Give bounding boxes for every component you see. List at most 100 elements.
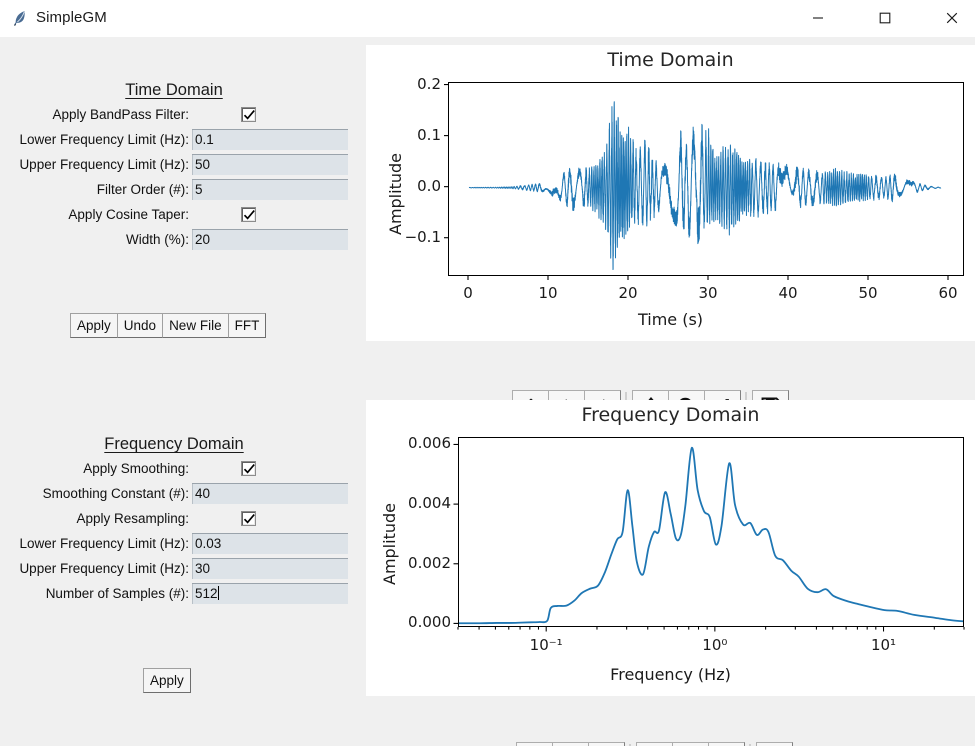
- freq-ytick-2: 0.004: [408, 494, 451, 513]
- checkmark-icon: [243, 464, 255, 474]
- time-domain-entry-2[interactable]: 50: [192, 154, 348, 175]
- frequency-domain-subplot-sliders-button[interactable]: [708, 741, 745, 746]
- form-row: Width (%): 20: [0, 229, 348, 250]
- text-caret: [217, 586, 219, 600]
- frequency-domain-forward-arrow-button[interactable]: [588, 741, 625, 746]
- entry-value: 30: [195, 561, 211, 576]
- time-domain-label-4: Apply Cosine Taper:: [68, 207, 189, 222]
- frequency-domain-label-4: Upper Frequency Limit (Hz):: [19, 561, 189, 576]
- frequency-domain-apply-button[interactable]: Apply: [143, 668, 191, 693]
- window-title: SimpleGM: [36, 9, 107, 26]
- checkbox-box: [240, 461, 256, 476]
- frequency-domain-xlabel: Frequency (Hz): [610, 665, 731, 684]
- frequency-domain-save-floppy-button[interactable]: [756, 741, 793, 746]
- checkmark-icon: [243, 110, 255, 120]
- simplegm-window: SimpleGM Time Domain Apply BandPass Filt…: [0, 0, 975, 746]
- frequency-domain-label-2: Apply Resampling:: [76, 511, 189, 526]
- form-row: Smoothing Constant (#): 40: [0, 483, 348, 504]
- time-domain-entry-1[interactable]: 0.1: [192, 129, 348, 150]
- time-ytick-3: 0.2: [417, 74, 441, 93]
- time-domain-label-1: Lower Frequency Limit (Hz):: [19, 132, 189, 147]
- entry-value: 512: [195, 586, 218, 601]
- time-domain-label-5: Width (%):: [125, 232, 189, 247]
- time-domain-label-2: Upper Frequency Limit (Hz):: [19, 157, 189, 172]
- frequency-domain-label-5: Number of Samples (#):: [45, 586, 189, 601]
- checkbox-box: [240, 107, 256, 122]
- frequency-domain-ylabel: Amplitude: [380, 503, 399, 585]
- time-domain-xlabel: Time (s): [637, 310, 704, 329]
- frequency-domain-label-1: Smoothing Constant (#):: [42, 486, 189, 501]
- time-domain-fft-button[interactable]: FFT: [227, 313, 267, 338]
- time-xtick-50: 50: [858, 284, 878, 302]
- time-domain-new-file-button[interactable]: New File: [162, 313, 229, 338]
- frequency-domain-entry-1[interactable]: 40: [192, 483, 348, 504]
- checkmark-icon: [243, 514, 255, 524]
- form-row: Apply Smoothing:: [0, 458, 348, 479]
- checkbox-box: [240, 207, 256, 222]
- form-row: Upper Frequency Limit (Hz): 30: [0, 558, 348, 579]
- frequency-domain-label-0: Apply Smoothing:: [83, 461, 189, 476]
- frequency-domain-nav-toolbar: [516, 739, 793, 746]
- form-row: Upper Frequency Limit (Hz): 50: [0, 154, 348, 175]
- time-xtick-0: 0: [463, 284, 473, 302]
- frequency-domain-heading: Frequency Domain: [104, 435, 244, 453]
- minimize-button[interactable]: [795, 0, 841, 36]
- frequency-domain-panel: Frequency Domain Apply Smoothing: Smoothi…: [0, 435, 348, 604]
- close-button[interactable]: [929, 0, 975, 36]
- time-domain-apply-button[interactable]: Apply: [70, 313, 118, 338]
- frequency-domain-pan-move-button[interactable]: [636, 741, 673, 746]
- time-xtick-30: 30: [698, 284, 718, 302]
- time-domain-checkbox-0[interactable]: [230, 107, 266, 122]
- entry-value: 40: [195, 486, 211, 501]
- freq-xtick-0: 10⁻¹: [529, 636, 563, 654]
- time-xtick-60: 60: [938, 284, 958, 302]
- freq-ytick-3: 0.006: [408, 434, 451, 453]
- frequency-domain-checkbox-2[interactable]: [230, 511, 266, 526]
- entry-value: 5: [195, 182, 203, 197]
- checkmark-icon: [243, 210, 255, 220]
- freq-xtick-2: 10¹: [870, 636, 897, 654]
- freq-ytick-0: 0.000: [408, 613, 451, 632]
- form-row: Filter Order (#): 5: [0, 179, 348, 200]
- entry-value: 20: [195, 232, 211, 247]
- entry-value: 0.03: [195, 536, 222, 551]
- frequency-domain-zoom-magnifier-button[interactable]: [672, 741, 709, 746]
- maximize-button[interactable]: [862, 0, 908, 36]
- time-domain-figure[interactable]: Time Domain 0 10 20 30 40 50 60 −0.1 0.0 0.1 0.2 T…: [366, 45, 975, 341]
- frequency-domain-figure[interactable]: Frequency Domain 10⁻¹ 10⁰ 10¹ 0.000 0.002 0.0…: [366, 400, 975, 696]
- frequency-domain-label-3: Lower Frequency Limit (Hz):: [19, 536, 189, 551]
- time-ytick-2: 0.1: [417, 125, 441, 144]
- time-domain-entry-3[interactable]: 5: [192, 179, 348, 200]
- time-domain-entry-5[interactable]: 20: [192, 229, 348, 250]
- time-domain-label-3: Filter Order (#):: [96, 182, 189, 197]
- frequency-domain-button-row: Apply: [143, 668, 191, 693]
- time-domain-fields: Apply BandPass Filter: Lower Frequency Li…: [0, 104, 348, 250]
- time-xtick-20: 20: [618, 284, 638, 302]
- frequency-domain-entry-5[interactable]: 512: [192, 583, 348, 604]
- form-row: Apply Cosine Taper:: [0, 204, 348, 225]
- time-domain-undo-button[interactable]: Undo: [116, 313, 164, 338]
- time-domain-button-row: Apply Undo New File FFT: [70, 313, 267, 338]
- time-domain-ylabel: Amplitude: [386, 153, 405, 235]
- frequency-domain-entry-4[interactable]: 30: [192, 558, 348, 579]
- time-xtick-10: 10: [538, 284, 558, 302]
- form-row: Number of Samples (#): 512: [0, 583, 348, 604]
- title-bar: SimpleGM: [0, 0, 975, 38]
- time-domain-checkbox-4[interactable]: [230, 207, 266, 222]
- frequency-domain-home-button[interactable]: [516, 741, 553, 746]
- frequency-domain-fields: Apply Smoothing: Smoothing Constant (#): 4…: [0, 458, 348, 604]
- checkbox-box: [240, 511, 256, 526]
- freq-ytick-1: 0.002: [408, 553, 451, 572]
- time-domain-label-0: Apply BandPass Filter:: [52, 107, 189, 122]
- form-row: Apply Resampling:: [0, 508, 348, 529]
- entry-value: 0.1: [195, 132, 214, 147]
- frequency-domain-back-arrow-button[interactable]: [552, 741, 589, 746]
- time-xtick-40: 40: [778, 284, 798, 302]
- frequency-domain-checkbox-0[interactable]: [230, 461, 266, 476]
- client-area: Time Domain Apply BandPass Filter: Lower …: [0, 37, 975, 746]
- form-row: Lower Frequency Limit (Hz): 0.03: [0, 533, 348, 554]
- time-domain-panel: Time Domain Apply BandPass Filter: Lower …: [0, 81, 348, 250]
- freq-xtick-1: 10⁰: [702, 636, 728, 654]
- frequency-domain-entry-3[interactable]: 0.03: [192, 533, 348, 554]
- form-row: Lower Frequency Limit (Hz): 0.1: [0, 129, 348, 150]
